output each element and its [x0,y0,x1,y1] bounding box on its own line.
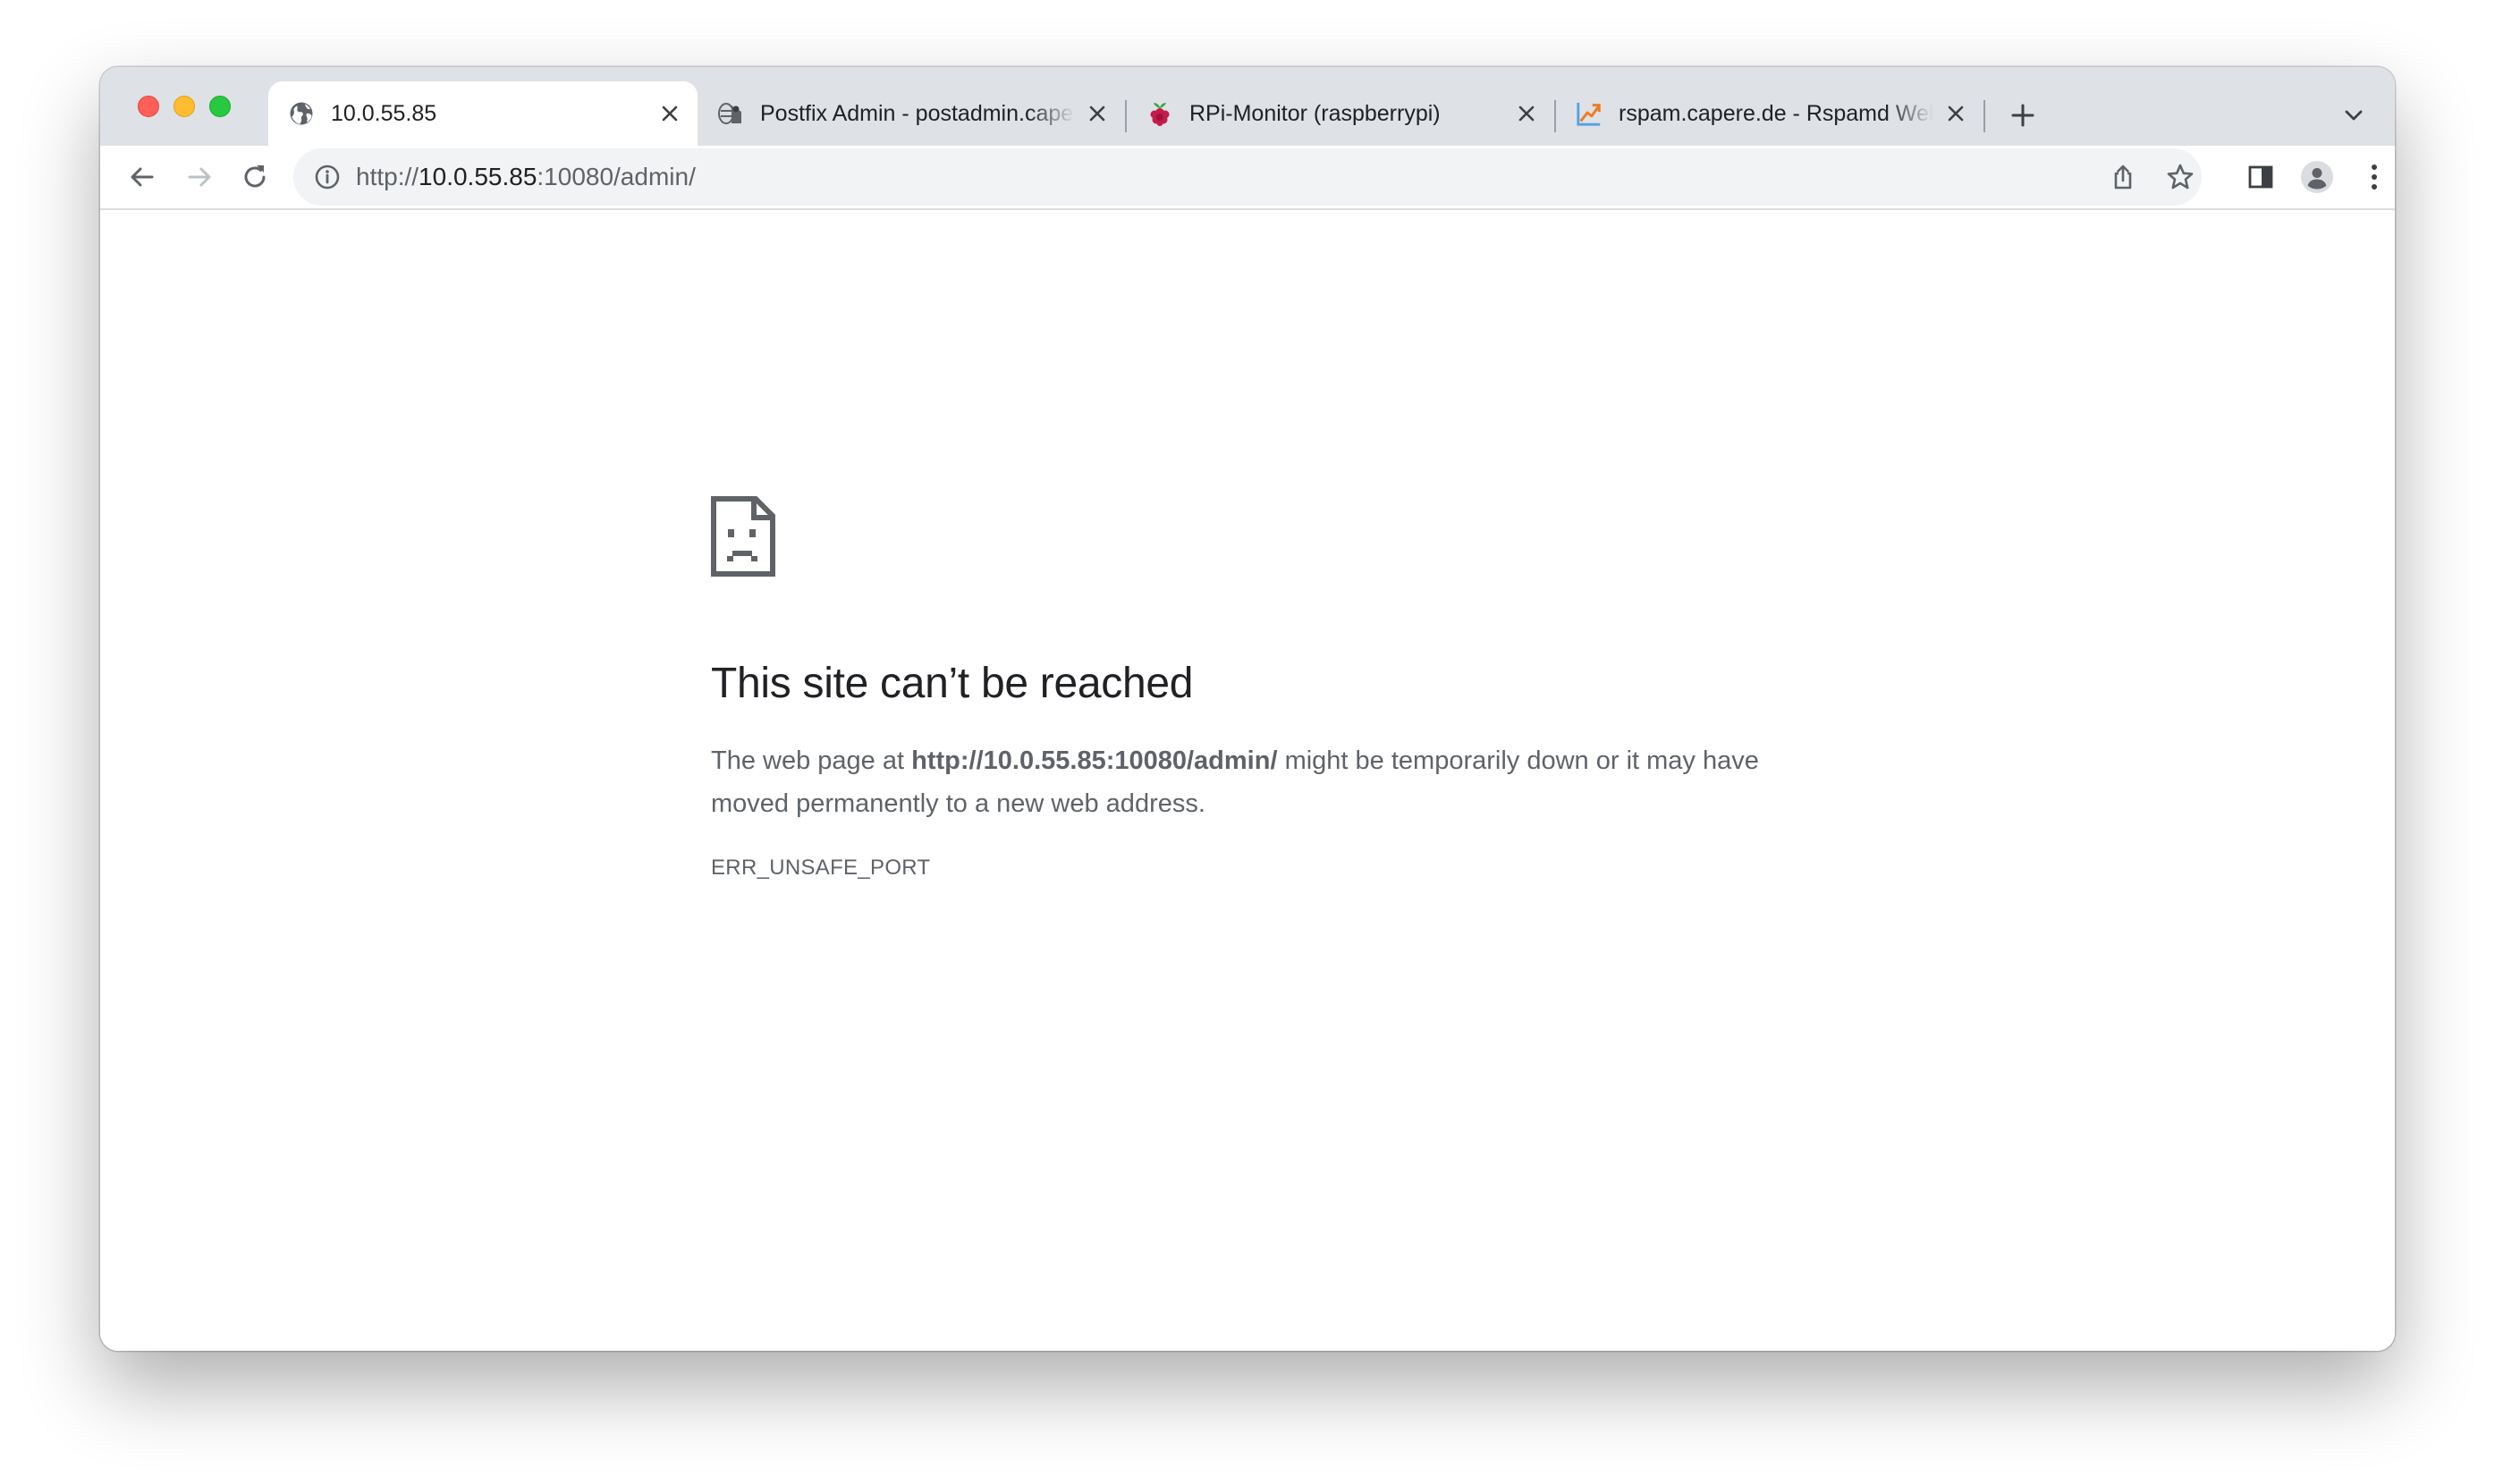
tab-title: 10.0.55.85 [331,100,437,126]
error-description-prefix: The web page at [711,746,912,775]
bookmark-star-icon[interactable] [2164,161,2196,193]
tab-close-icon[interactable] [1513,100,1540,127]
desktop: 10.0.55.85 Postfix Admin - postadmin.cap… [0,0,2495,1484]
tab-title: rspam.capere.de - Rspamd Web Interface [1619,100,1933,126]
plus-icon [2011,104,2034,127]
arrow-right-icon [188,167,211,187]
back-button[interactable] [123,157,162,197]
chevron-down-icon [2345,110,2363,121]
zoom-window-button[interactable] [209,96,231,117]
menu-button[interactable] [2355,157,2394,197]
address-bar[interactable]: http://10.0.55.85:10080/admin/ [293,148,2202,206]
more-vertical-icon [2372,164,2377,190]
minimize-window-button[interactable] [173,96,195,117]
browser-window: 10.0.55.85 Postfix Admin - postadmin.cap… [100,67,2395,1351]
tab-close-icon[interactable] [1084,100,1111,127]
error-url: http://10.0.55.85:10080/admin/ [911,746,1278,775]
error-code: ERR_UNSAFE_PORT [711,856,931,880]
site-info-icon[interactable] [313,163,342,191]
url-text[interactable]: http://10.0.55.85:10080/admin/ [356,161,696,193]
tab-rpi-monitor[interactable]: RPi-Monitor (raspberrypi) [1127,81,1554,146]
tab-separator [1983,100,1985,132]
tab-title: Postfix Admin - postadmin.capere.de [760,100,1075,126]
forward-button[interactable] [180,157,219,197]
share-icon[interactable] [2107,161,2139,193]
tab-10-0-55-85[interactable]: 10.0.55.85 [268,81,698,146]
page-content: This site can’t be reached The web page … [100,210,2395,1351]
profile-button[interactable] [2297,157,2337,197]
rspamd-icon [1576,100,1603,127]
error-title: This site can’t be reached [711,660,1194,707]
postfix-admin-icon [717,100,744,127]
reload-icon [244,165,266,188]
tab-title: RPi-Monitor (raspberrypi) [1189,100,1441,126]
close-window-button[interactable] [138,96,159,117]
tab-rspamd[interactable]: rspam.capere.de - Rspamd Web Interface [1556,81,1983,146]
side-panel-icon [2248,165,2273,189]
url-scheme: http:// [356,163,419,190]
url-host: 10.0.55.85 [419,163,537,190]
tab-close-icon[interactable] [656,100,683,127]
sad-page-icon [711,496,775,577]
url-path: :10080/admin/ [537,163,696,190]
tab-postfix-admin[interactable]: Postfix Admin - postadmin.capere.de [698,81,1125,146]
globe-icon [288,100,315,127]
new-tab-button[interactable] [2007,99,2039,131]
error-description: The web page at http://10.0.55.85:10080/… [711,739,1802,825]
reload-button[interactable] [235,157,275,197]
avatar-icon [2301,161,2333,193]
tab-search-button[interactable] [2338,99,2370,131]
toolbar: http://10.0.55.85:10080/admin/ [100,146,2395,210]
tab-close-icon[interactable] [1942,100,1969,127]
side-panel-button[interactable] [2241,157,2280,197]
raspberry-pi-icon [1146,100,1173,127]
arrow-left-icon [131,167,154,187]
tab-strip: 10.0.55.85 Postfix Admin - postadmin.cap… [100,67,2395,146]
